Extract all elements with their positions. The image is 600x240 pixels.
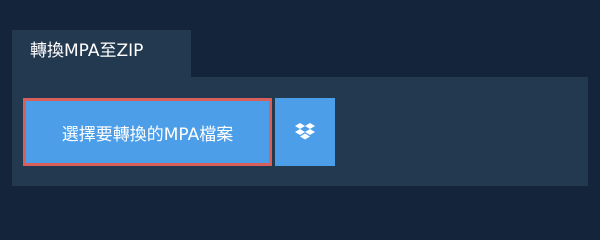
converter-tab: 轉換MPA至ZIP xyxy=(12,30,191,77)
select-file-button[interactable]: 選擇要轉換的MPA檔案 xyxy=(23,98,272,166)
tab-title: 轉換MPA至ZIP xyxy=(30,41,144,61)
dropbox-icon xyxy=(295,123,315,140)
dropbox-button[interactable] xyxy=(275,98,335,166)
select-file-label: 選擇要轉換的MPA檔案 xyxy=(61,124,234,145)
